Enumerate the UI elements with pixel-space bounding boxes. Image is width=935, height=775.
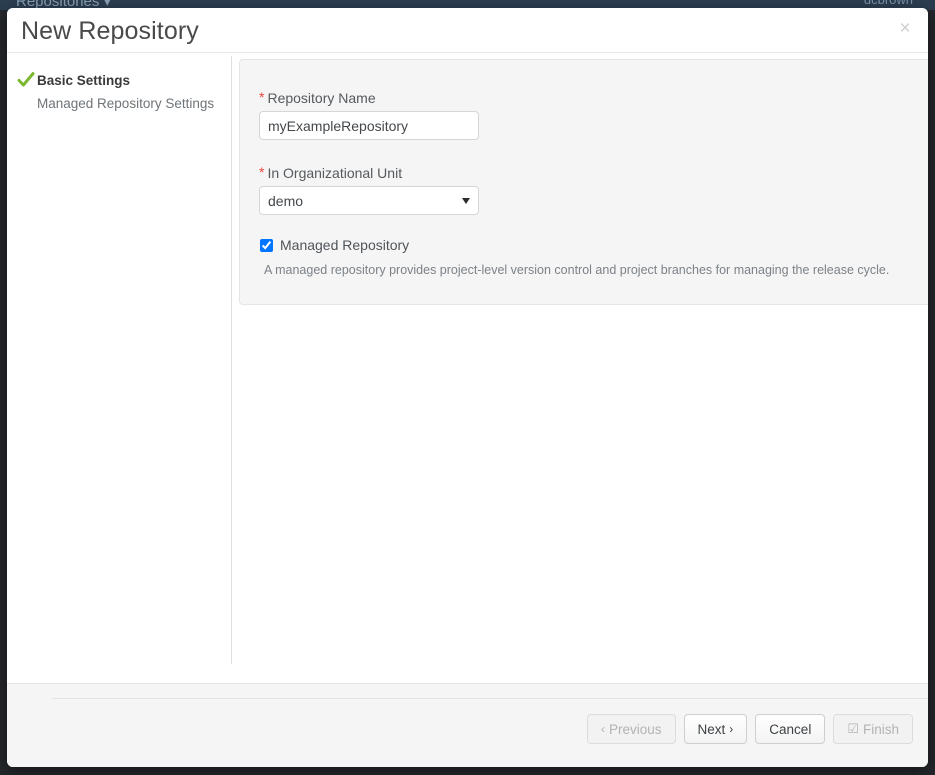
next-button-label: Next — [698, 722, 726, 737]
wizard-step-label: Basic Settings — [37, 73, 130, 88]
wizard-step-label: Managed Repository Settings — [37, 96, 214, 111]
vertical-divider — [231, 56, 232, 664]
page-title: New Repository — [21, 17, 199, 46]
managed-repository-checkbox[interactable] — [260, 239, 273, 252]
checkbox-checked-icon: ☑ — [847, 721, 859, 737]
repository-name-label-text: Repository Name — [267, 90, 375, 106]
finish-button[interactable]: ☑ Finish — [833, 714, 913, 744]
cancel-button-label: Cancel — [769, 722, 811, 737]
wizard-step-basic-settings[interactable]: Basic Settings — [7, 69, 224, 92]
chevron-left-icon: ‹ — [601, 722, 605, 736]
close-icon[interactable]: × — [892, 16, 918, 42]
chevron-right-icon: › — [729, 722, 733, 736]
previous-button-label: Previous — [609, 722, 662, 737]
repository-name-label: *Repository Name — [259, 90, 376, 106]
new-repository-modal: New Repository × Basic Settings Managed … — [7, 8, 928, 767]
organizational-unit-select-wrapper: demo — [259, 186, 479, 215]
footer-divider — [52, 698, 928, 699]
background-nav-user-label: dcbrown — [864, 0, 913, 7]
footer-button-group: ‹ Previous Next › Cancel ☑ Finish — [587, 714, 913, 744]
managed-repository-label: Managed Repository — [280, 237, 409, 253]
repository-name-input[interactable] — [259, 111, 479, 140]
managed-repository-checkbox-row[interactable]: Managed Repository — [260, 237, 409, 253]
organizational-unit-label: *In Organizational Unit — [259, 165, 402, 181]
modal-footer: ‹ Previous Next › Cancel ☑ Finish — [7, 683, 928, 767]
organizational-unit-label-text: In Organizational Unit — [267, 165, 402, 181]
modal-body: Basic Settings Managed Repository Settin… — [7, 53, 928, 683]
modal-header: New Repository × — [7, 8, 928, 53]
required-asterisk: * — [259, 164, 264, 180]
wizard-step-list: Basic Settings Managed Repository Settin… — [7, 53, 224, 115]
previous-button[interactable]: ‹ Previous — [587, 714, 676, 744]
managed-repository-help-text: A managed repository provides project-le… — [264, 263, 889, 277]
wizard-step-managed-repository-settings[interactable]: Managed Repository Settings — [7, 92, 224, 115]
organizational-unit-select[interactable]: demo — [259, 186, 479, 215]
next-button[interactable]: Next › — [684, 714, 748, 744]
finish-button-label: Finish — [863, 722, 899, 737]
required-asterisk: * — [259, 89, 264, 105]
basic-settings-form-panel: *Repository Name *In Organizational Unit… — [239, 59, 928, 305]
check-icon — [17, 71, 35, 89]
cancel-button[interactable]: Cancel — [755, 714, 825, 744]
